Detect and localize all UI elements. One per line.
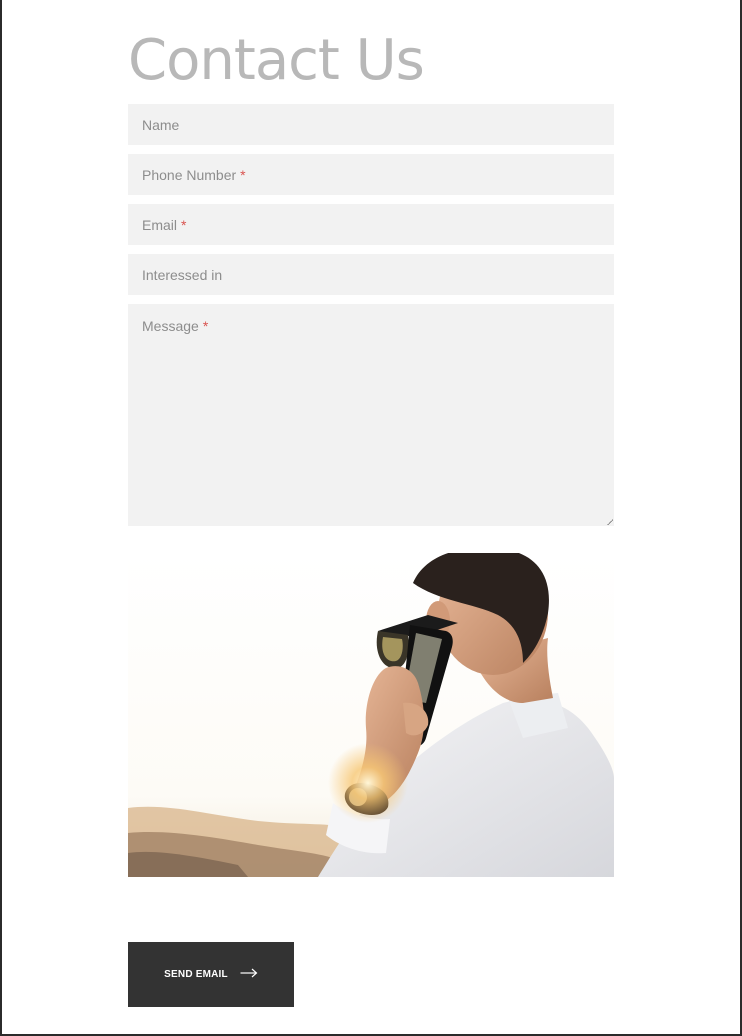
- resize-handle-icon[interactable]: [607, 519, 613, 525]
- page-title: Contact Us: [128, 28, 425, 93]
- message-textarea[interactable]: Message *: [128, 304, 614, 526]
- name-placeholder: Name: [142, 116, 180, 133]
- required-asterisk: *: [202, 318, 209, 334]
- message-placeholder: Message: [142, 318, 199, 334]
- send-email-button[interactable]: SEND EMAIL: [128, 942, 294, 1007]
- send-email-label: SEND EMAIL: [164, 969, 228, 980]
- phone-number-placeholder: Phone Number: [142, 166, 237, 183]
- required-asterisk: *: [181, 216, 187, 233]
- required-asterisk: *: [240, 166, 246, 183]
- phone-number-field[interactable]: Phone Number *: [128, 154, 614, 195]
- interested-in-placeholder: Interessed in: [142, 266, 223, 283]
- interested-in-field[interactable]: Interessed in: [128, 254, 614, 295]
- email-field[interactable]: Email *: [128, 204, 614, 245]
- man-talking-on-phone-photo: [128, 553, 614, 877]
- name-field[interactable]: Name: [128, 104, 614, 145]
- email-placeholder: Email: [142, 216, 178, 233]
- arrow-right-icon: [240, 968, 258, 981]
